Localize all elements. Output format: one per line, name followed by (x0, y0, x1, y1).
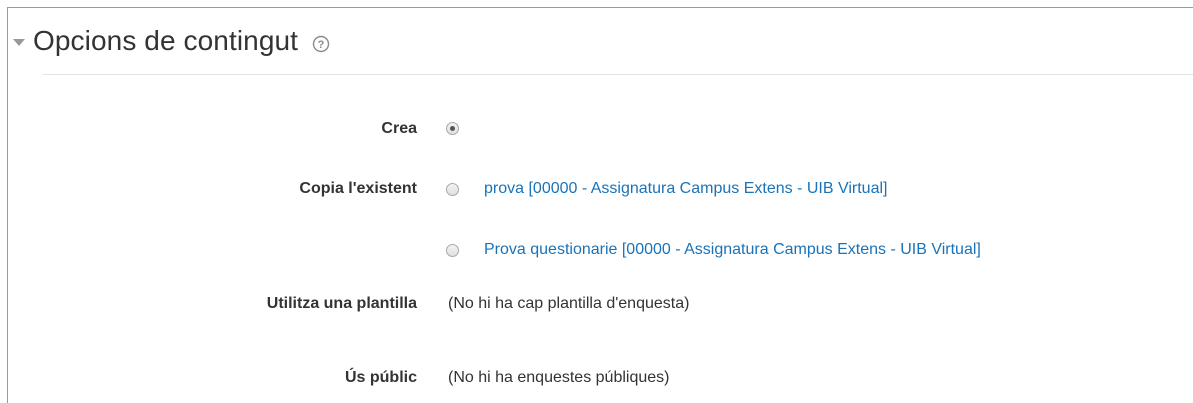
question-circle-icon[interactable]: ? (312, 35, 330, 53)
crea-label: Crea (381, 120, 417, 137)
content-options-fieldset (7, 7, 1193, 403)
copy-existing-label: Copia l'existent (299, 180, 417, 197)
caret-down-icon[interactable] (13, 38, 25, 46)
template-label: Utilitza una plantilla (266, 295, 417, 312)
copy-option-2-link[interactable]: Prova questionarie [00000 - Assignatura … (484, 241, 981, 259)
copy-option-2-radio[interactable] (446, 244, 459, 257)
public-use-value: (No hi ha enquestes públiques) (448, 369, 670, 386)
public-use-label: Ús públic (344, 369, 417, 386)
section-header[interactable]: Opcions de contingut ? (13, 21, 330, 61)
copy-option-1-radio[interactable] (446, 183, 459, 196)
template-value: (No hi ha cap plantilla d'enquesta) (448, 295, 690, 312)
copy-option-1-link[interactable]: prova [00000 - Assignatura Campus Extens… (484, 180, 887, 198)
svg-text:?: ? (318, 39, 325, 51)
crea-radio[interactable] (446, 122, 459, 135)
section-title: Opcions de contingut (33, 25, 299, 56)
section-divider (43, 74, 1193, 75)
